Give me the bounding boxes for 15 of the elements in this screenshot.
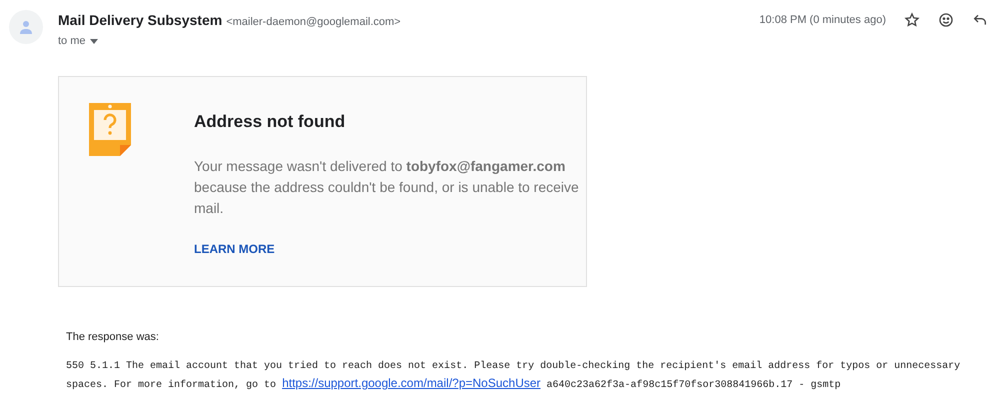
smiley-icon[interactable] (938, 12, 954, 28)
timestamp: 10:08 PM (0 minutes ago) (759, 13, 886, 28)
response-label: The response was: (66, 330, 160, 344)
question-note-icon (89, 102, 131, 156)
response-text: 550 5.1.1 The email account that you tried to reach does not exist. Please try double-checking the recipient's email address for typos or unnecessary spaces. For more information, go to https://support.google.com/mail/?p=NoSuchUser a640c23a62f3a-af98c15f70fsor308841966b.17 - gsmtp (66, 360, 962, 393)
caret-icon (90, 38, 98, 44)
star-icon[interactable] (904, 12, 920, 28)
recipient-dropdown[interactable]: to me (58, 33, 401, 50)
notice-title: Address not found (194, 110, 346, 132)
notice-message: Your message wasn't delivered to tobyfox@fangamer.com because the address couldn't be found, or is unable to receive mail. (194, 157, 580, 218)
person-icon (18, 19, 34, 35)
sender-email: <mailer-daemon@googlemail.com> (226, 15, 401, 30)
learn-more-link[interactable]: LEARN MORE (194, 240, 275, 258)
sender-name: Mail Delivery Subsystem (58, 11, 222, 30)
support-link[interactable]: https://support.google.com/mail/?p=NoSuchUser (282, 376, 541, 390)
